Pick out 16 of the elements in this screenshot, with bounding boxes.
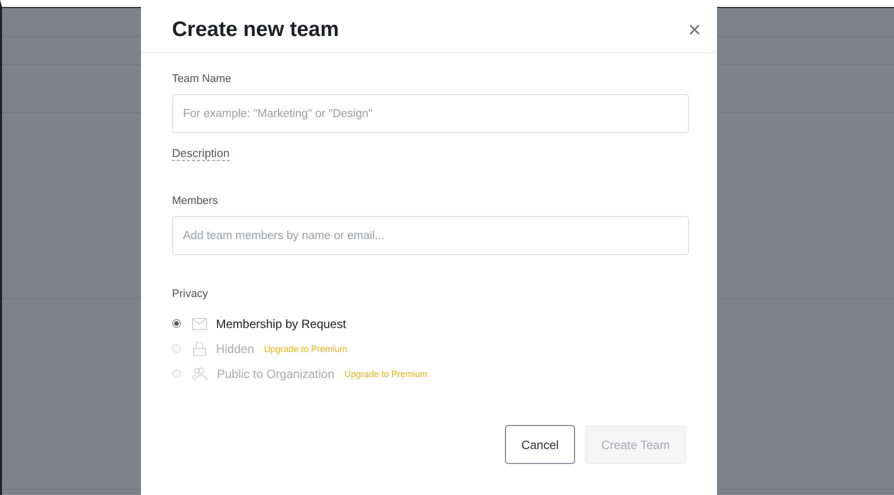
dialog-title: Create new team [172,18,339,42]
option-label: Hidden [216,342,254,356]
field-label: Members [172,195,218,207]
radio-button[interactable] [172,319,181,328]
field-label: Team Name [172,73,232,85]
option-label: Membership by Request [216,316,346,330]
cancel-button[interactable]: Cancel [505,425,575,464]
input-field[interactable]: For example: "Marketing" or "Design" [172,94,689,133]
close-button[interactable]: × [688,18,701,40]
field-label: Privacy [172,288,208,300]
option-label: Public to Organization [217,366,334,380]
lock-icon [192,342,207,356]
input-field[interactable]: Add team members by name or email... [172,216,689,255]
envelope-icon [192,318,207,330]
people-icon [192,366,208,380]
description-link[interactable]: Description [172,148,230,161]
